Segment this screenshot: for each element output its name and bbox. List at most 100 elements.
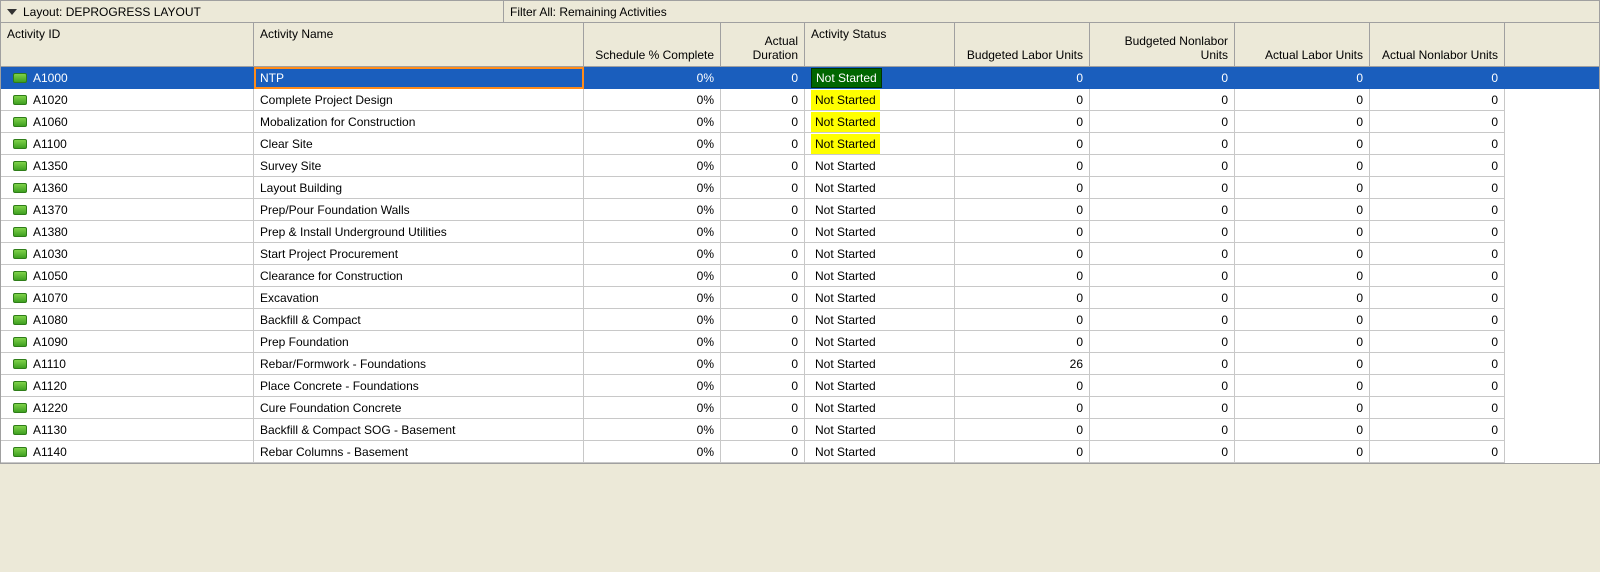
cell-actual-nonlabor[interactable]: 0 [1370,375,1505,397]
table-row[interactable]: A1070Excavation0%0Not Started0000 [1,287,1599,309]
cell-actual-nonlabor[interactable]: 0 [1370,331,1505,353]
cell-schedule-pct[interactable]: 0% [584,441,721,463]
cell-budgeted-nonlabor[interactable]: 0 [1090,441,1235,463]
cell-budgeted-nonlabor[interactable]: 0 [1090,67,1235,89]
cell-actual-labor[interactable]: 0 [1235,397,1370,419]
cell-actual-labor[interactable]: 0 [1235,309,1370,331]
cell-activity-id[interactable]: A1120 [1,375,254,397]
cell-activity-status[interactable]: Not Started [805,419,955,441]
table-row[interactable]: A1140Rebar Columns - Basement0% 0 Not Star… [1,441,1599,463]
cell-actual-nonlabor[interactable]: 0 [1370,419,1505,441]
cell-actual-duration[interactable]: 0 [721,199,805,221]
cell-activity-name[interactable]: Survey Site [254,155,584,177]
table-row[interactable]: A1020Complete Project Design0%0Not Start… [1,89,1599,111]
cell-budgeted-nonlabor[interactable]: 0 [1090,309,1235,331]
header-budgeted-labor[interactable]: Budgeted Labor Units [955,23,1090,66]
cell-actual-duration[interactable]: 0 [721,309,805,331]
cell-actual-duration[interactable]: 0 [721,89,805,111]
table-row[interactable]: A1110Rebar/Formwork - Foundations0%0Not … [1,353,1599,375]
cell-actual-duration[interactable]: 0 [721,111,805,133]
cell-actual-nonlabor[interactable]: 0 [1370,441,1505,463]
table-row[interactable]: A1380Prep & Install Underground Utilitie… [1,221,1599,243]
cell-actual-labor[interactable]: 0 [1235,177,1370,199]
table-row[interactable]: A1350Survey Site0%0Not Started0000 [1,155,1599,177]
cell-actual-duration[interactable]: 0 [721,155,805,177]
cell-actual-duration[interactable]: 0 [721,243,805,265]
cell-actual-nonlabor[interactable]: 0 [1370,199,1505,221]
cell-activity-name[interactable]: Rebar Columns - Basement [254,441,584,463]
table-row[interactable]: A1030Start Project Procurement0%0Not Sta… [1,243,1599,265]
cell-budgeted-labor[interactable]: 0 [955,67,1090,89]
cell-activity-name[interactable]: Start Project Procurement [254,243,584,265]
table-row[interactable]: A1220Cure Foundation Concrete0%0Not Star… [1,397,1599,419]
cell-budgeted-nonlabor[interactable]: 0 [1090,89,1235,111]
cell-activity-status[interactable]: Not Started [805,111,955,133]
cell-budgeted-labor[interactable]: 0 [955,89,1090,111]
cell-budgeted-nonlabor[interactable]: 0 [1090,353,1235,375]
cell-budgeted-nonlabor[interactable]: 0 [1090,397,1235,419]
cell-budgeted-labor[interactable]: 0 [955,199,1090,221]
cell-budgeted-nonlabor[interactable]: 0 [1090,419,1235,441]
cell-schedule-pct[interactable]: 0% [584,353,721,375]
cell-actual-nonlabor[interactable]: 0 [1370,287,1505,309]
cell-activity-name[interactable]: Rebar/Formwork - Foundations [254,353,584,375]
header-actual-nonlabor[interactable]: Actual Nonlabor Units [1370,23,1505,66]
cell-activity-name[interactable]: Clearance for Construction [254,265,584,287]
cell-activity-status[interactable]: Not Started [805,353,955,375]
cell-budgeted-nonlabor[interactable]: 0 [1090,133,1235,155]
cell-budgeted-labor[interactable]: 0 [955,111,1090,133]
header-activity-name[interactable]: Activity Name [254,23,584,66]
cell-activity-name[interactable]: Clear Site [254,133,584,155]
cell-activity-id[interactable]: A1090 [1,331,254,353]
cell-activity-id[interactable]: A1100 [1,133,254,155]
cell-actual-nonlabor[interactable]: 0 [1370,397,1505,419]
table-row[interactable]: A1080Backfill & Compact0%0Not Started000… [1,309,1599,331]
cell-actual-duration[interactable]: 0 [721,419,805,441]
header-actual-duration[interactable]: Actual Duration [721,23,805,66]
cell-actual-labor[interactable]: 0 [1235,331,1370,353]
cell-activity-status[interactable]: Not Started [805,397,955,419]
cell-actual-duration[interactable]: 0 [721,331,805,353]
cell-actual-duration[interactable]: 0 [721,287,805,309]
cell-schedule-pct[interactable]: 0% [584,133,721,155]
cell-activity-name[interactable]: NTP [254,67,584,89]
cell-schedule-pct[interactable]: 0% [584,67,721,89]
cell-schedule-pct[interactable]: 0% [584,89,721,111]
cell-actual-duration[interactable]: 0 [721,353,805,375]
cell-schedule-pct[interactable]: 0% [584,419,721,441]
table-row[interactable]: A1100Clear Site0%0Not Started0000 [1,133,1599,155]
cell-actual-nonlabor[interactable]: 0 [1370,265,1505,287]
cell-budgeted-nonlabor[interactable]: 0 [1090,111,1235,133]
cell-budgeted-labor[interactable]: 0 [955,221,1090,243]
cell-schedule-pct[interactable]: 0% [584,199,721,221]
cell-activity-id[interactable]: A1050 [1,265,254,287]
cell-actual-duration[interactable]: 0 [721,397,805,419]
cell-actual-duration[interactable]: 0 [721,375,805,397]
cell-actual-duration[interactable]: 0 [721,67,805,89]
cell-budgeted-labor[interactable]: 0 [955,419,1090,441]
cell-actual-duration[interactable]: 0 [721,221,805,243]
cell-activity-status[interactable]: Not Started [805,221,955,243]
cell-schedule-pct[interactable]: 0% [584,243,721,265]
cell-activity-name[interactable]: Excavation [254,287,584,309]
cell-activity-id[interactable]: A1370 [1,199,254,221]
filter-label[interactable]: Filter All: Remaining Activities [504,1,1599,22]
cell-activity-status[interactable]: Not Started [805,199,955,221]
header-activity-id[interactable]: Activity ID [1,23,254,66]
cell-activity-name[interactable]: Cure Foundation Concrete [254,397,584,419]
cell-actual-nonlabor[interactable]: 0 [1370,133,1505,155]
cell-schedule-pct[interactable]: 0% [584,221,721,243]
cell-budgeted-labor[interactable]: 0 [955,177,1090,199]
cell-budgeted-labor[interactable]: 0 [955,397,1090,419]
cell-activity-status[interactable]: Not Started [805,441,955,463]
header-schedule-pct[interactable]: Schedule % Complete [584,23,721,66]
table-row[interactable]: A1050Clearance for Construction0%0Not St… [1,265,1599,287]
cell-activity-status[interactable]: Not Started [805,243,955,265]
cell-activity-name[interactable]: Place Concrete - Foundations [254,375,584,397]
cell-actual-nonlabor[interactable]: 0 [1370,353,1505,375]
cell-schedule-pct[interactable]: 0% [584,111,721,133]
cell-activity-id[interactable]: A1140 [1,441,254,463]
cell-budgeted-nonlabor[interactable]: 0 [1090,243,1235,265]
cell-actual-nonlabor[interactable]: 0 [1370,177,1505,199]
cell-actual-nonlabor[interactable]: 0 [1370,309,1505,331]
